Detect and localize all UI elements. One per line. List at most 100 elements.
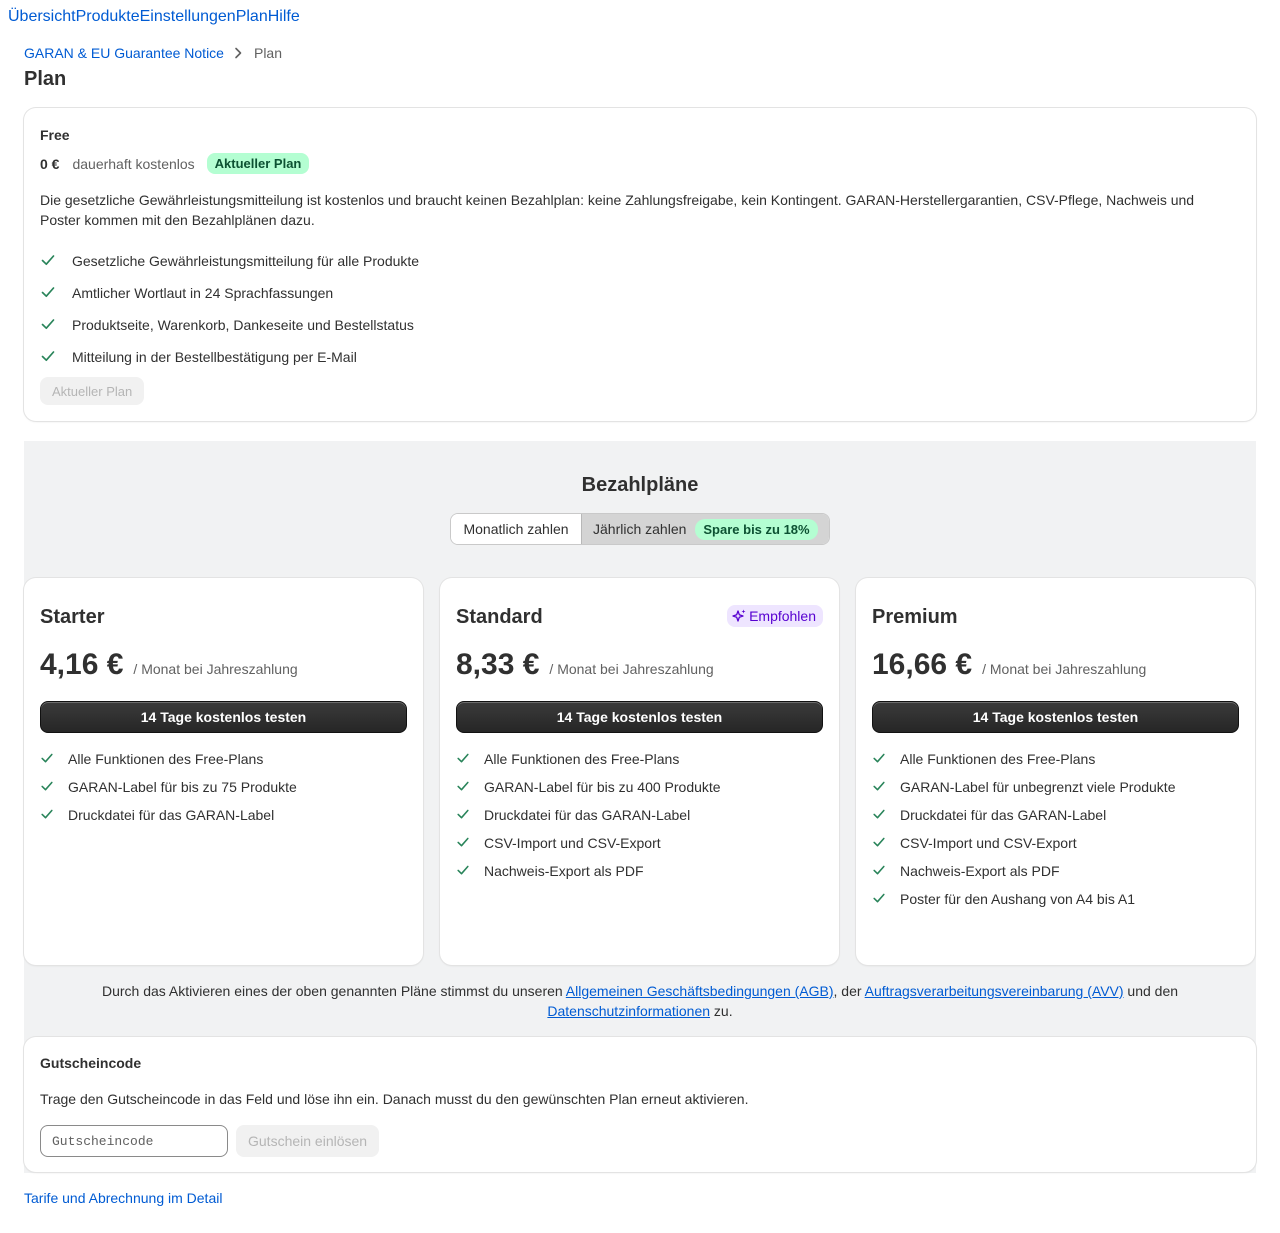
plan-name: Standard xyxy=(456,606,543,628)
checkmark-icon xyxy=(40,284,60,303)
feature-label: CSV-Import und CSV-Export xyxy=(900,835,1077,851)
feature-label: Amtlicher Wortlaut in 24 Sprachfassungen xyxy=(72,285,334,301)
list-item: CSV-Import und CSV-Export xyxy=(872,829,1175,857)
terms-text-mid2: und den xyxy=(1123,983,1179,999)
recommended-badge: Empfohlen xyxy=(727,605,823,627)
checkmark-icon xyxy=(40,348,60,367)
agb-link[interactable]: Allgemeinen Geschäftsbedingungen (AGB) xyxy=(566,983,834,999)
terms-text-mid1: , der xyxy=(833,983,865,999)
free-plan-card: Free 0 € dauerhaft kostenlos Aktueller P… xyxy=(24,108,1256,421)
nav-link-settings[interactable]: Einstellungen xyxy=(140,8,236,26)
feature-label: GARAN-Label für unbegrenzt viele Produkt… xyxy=(900,779,1176,795)
plan-features: Alle Funktionen des Free-Plans GARAN-Lab… xyxy=(40,745,297,829)
checkmark-icon xyxy=(40,252,60,271)
plan-features: Alle Funktionen des Free-Plans GARAN-Lab… xyxy=(872,745,1175,913)
feature-label: Druckdatei für das GARAN-Label xyxy=(900,807,1107,823)
feature-label: Poster für den Aushang von A4 bis A1 xyxy=(900,891,1136,907)
voucher-card: Gutscheincode Trage den Gutscheincode in… xyxy=(24,1037,1256,1172)
checkmark-icon xyxy=(872,891,888,908)
feature-label: Alle Funktionen des Free-Plans xyxy=(68,751,264,767)
start-trial-button[interactable]: 14 Tage kostenlos testen xyxy=(456,701,823,733)
checkmark-icon xyxy=(872,863,888,880)
terms-notice: Durch das Aktivieren eines der oben gena… xyxy=(24,981,1256,1021)
terms-text-prefix: Durch das Aktivieren eines der oben gena… xyxy=(101,983,566,999)
feature-label: GARAN-Label für bis zu 75 Produkte xyxy=(68,779,297,795)
sparkle-icon xyxy=(731,608,749,624)
terms-text-suffix: zu. xyxy=(710,1003,733,1019)
chevron-right-icon xyxy=(234,47,242,59)
plan-card-premium: Premium 16,66 € / Monat bei Jahreszahlun… xyxy=(856,578,1255,965)
paid-plans-title: Bezahlpläne xyxy=(581,474,699,496)
feature-label: Nachweis-Export als PDF xyxy=(900,863,1060,879)
feature-label: Druckdatei für das GARAN-Label xyxy=(484,807,691,823)
checkmark-icon xyxy=(456,835,472,852)
list-item: GARAN-Label für bis zu 75 Produkte xyxy=(40,773,297,801)
list-item: Druckdatei für das GARAN-Label xyxy=(40,801,297,829)
free-plan-name: Free xyxy=(40,127,70,143)
start-trial-button[interactable]: 14 Tage kostenlos testen xyxy=(872,701,1239,733)
list-item: Nachweis-Export als PDF xyxy=(456,857,721,885)
list-item: Druckdatei für das GARAN-Label xyxy=(872,801,1175,829)
feature-label: Alle Funktionen des Free-Plans xyxy=(900,751,1096,767)
checkmark-icon xyxy=(872,807,888,824)
billing-option-yearly[interactable]: Jährlich zahlen Spare bis zu 18% xyxy=(581,514,829,544)
redeem-voucher-button[interactable]: Gutschein einlösen xyxy=(236,1125,380,1157)
checkmark-icon xyxy=(456,863,472,880)
plan-price: 8,33 € xyxy=(456,648,540,681)
checkmark-icon xyxy=(456,807,472,824)
list-item: Alle Funktionen des Free-Plans xyxy=(456,745,721,773)
current-plan-button[interactable]: Aktueller Plan xyxy=(40,377,145,405)
checkmark-icon xyxy=(40,807,56,824)
plan-features: Alle Funktionen des Free-Plans GARAN-Lab… xyxy=(456,745,721,885)
list-item: Alle Funktionen des Free-Plans xyxy=(40,745,297,773)
current-plan-badge: Aktueller Plan xyxy=(206,153,310,174)
voucher-description: Trage den Gutscheincode in das Feld und … xyxy=(40,1091,749,1107)
free-plan-price: 0 € xyxy=(40,155,60,172)
checkmark-icon xyxy=(40,779,56,796)
list-item: Gesetzliche Gewährleistungsmitteilung fü… xyxy=(40,245,419,277)
checkmark-icon xyxy=(872,835,888,852)
list-item: CSV-Import und CSV-Export xyxy=(456,829,721,857)
nav-link-plan[interactable]: Plan xyxy=(236,8,268,26)
list-item: GARAN-Label für unbegrenzt viele Produkt… xyxy=(872,773,1175,801)
start-trial-button[interactable]: 14 Tage kostenlos testen xyxy=(40,701,407,733)
nav-link-overview[interactable]: Übersicht xyxy=(8,8,76,26)
avv-link[interactable]: Auftragsverarbeitungsvereinbarung (AVV) xyxy=(865,983,1124,999)
pricing-details-link[interactable]: Tarife und Abrechnung im Detail xyxy=(24,1190,222,1206)
plan-price-period: / Monat bei Jahreszahlung xyxy=(133,661,298,677)
feature-label: Gesetzliche Gewährleistungsmitteilung fü… xyxy=(72,253,420,269)
free-plan-price-note: dauerhaft kostenlos xyxy=(72,155,195,172)
nav-link-products[interactable]: Produkte xyxy=(76,8,140,26)
list-item: Mitteilung in der Bestellbestätigung per… xyxy=(40,341,419,373)
checkmark-icon xyxy=(40,751,56,768)
list-item: GARAN-Label für bis zu 400 Produkte xyxy=(456,773,721,801)
billing-option-monthly[interactable]: Monatlich zahlen xyxy=(451,514,581,544)
free-plan-price-row: 0 € dauerhaft kostenlos Aktueller Plan xyxy=(40,153,310,174)
top-nav: Übersicht Produkte Einstellungen Plan Hilfe xyxy=(8,8,300,26)
nav-link-help[interactable]: Hilfe xyxy=(268,8,300,26)
checkmark-icon xyxy=(456,779,472,796)
voucher-code-input[interactable] xyxy=(40,1125,228,1157)
plan-price-line: 16,66 € / Monat bei Jahreszahlung xyxy=(872,648,1146,682)
recommended-badge-label: Empfohlen xyxy=(749,608,816,624)
plan-name: Starter xyxy=(40,606,105,628)
plan-price-period: / Monat bei Jahreszahlung xyxy=(549,661,714,677)
list-item: Druckdatei für das GARAN-Label xyxy=(456,801,721,829)
list-item: Amtlicher Wortlaut in 24 Sprachfassungen xyxy=(40,277,419,309)
checkmark-icon xyxy=(456,751,472,768)
free-plan-description: Die gesetzliche Gewährleistungsmitteilun… xyxy=(40,192,1195,228)
feature-label: Alle Funktionen des Free-Plans xyxy=(484,751,680,767)
plan-price-period: / Monat bei Jahreszahlung xyxy=(982,661,1147,677)
list-item: Produktseite, Warenkorb, Dankeseite und … xyxy=(40,309,419,341)
privacy-link[interactable]: Datenschutzinformationen xyxy=(547,1003,710,1019)
billing-toggle: Monatlich zahlen Jährlich zahlen Spare b… xyxy=(450,513,830,545)
plan-price: 16,66 € xyxy=(872,648,973,681)
breadcrumb-current: Plan xyxy=(253,45,283,61)
savings-badge: Spare bis zu 18% xyxy=(695,518,818,540)
breadcrumb: GARAN & EU Guarantee Notice Plan xyxy=(24,45,282,61)
feature-label: GARAN-Label für bis zu 400 Produkte xyxy=(484,779,721,795)
feature-label: Nachweis-Export als PDF xyxy=(484,863,644,879)
breadcrumb-parent-link[interactable]: GARAN & EU Guarantee Notice xyxy=(24,45,224,61)
plan-price: 4,16 € xyxy=(40,648,124,681)
feature-label: Druckdatei für das GARAN-Label xyxy=(68,807,275,823)
